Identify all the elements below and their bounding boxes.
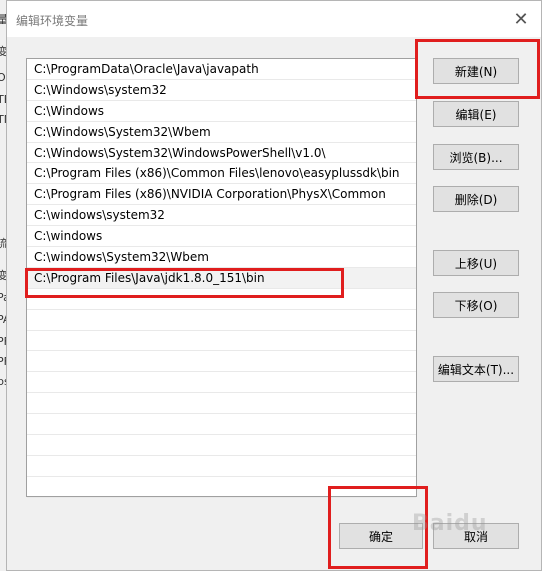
- dialog-title: 编辑环境变量: [16, 14, 89, 28]
- list-item[interactable]: [27, 393, 416, 415]
- list-item[interactable]: [27, 477, 416, 498]
- path-list[interactable]: C:\ProgramData\Oracle\Java\javapath C:\Wi…: [26, 58, 417, 498]
- list-item-selected[interactable]: C:\Program Files\Java\jdk1.8.0_151\bin: [27, 267, 416, 289]
- list-item[interactable]: C:\Program Files (x86)\NVIDIA Corporatio…: [27, 184, 416, 206]
- edit-env-variable-dialog: 编辑环境变量 ✕ C:\ProgramData\Oracle\Java\java…: [6, 0, 542, 571]
- move-down-button[interactable]: 下移(O): [433, 292, 519, 318]
- background-text: O: [0, 71, 6, 84]
- list-item[interactable]: [27, 414, 416, 436]
- list-item[interactable]: [27, 331, 416, 352]
- list-item[interactable]: C:\windows\system32: [27, 205, 416, 227]
- edit-text-button[interactable]: 编辑文本(T)...: [433, 356, 519, 382]
- list-item[interactable]: [27, 289, 416, 310]
- list-item[interactable]: [27, 435, 416, 456]
- list-item[interactable]: C:\Windows\System32\Wbem: [27, 122, 416, 143]
- list-item[interactable]: C:\Windows\System32\WindowsPowerShell\v1…: [27, 143, 416, 164]
- list-item[interactable]: [27, 456, 416, 477]
- list-item[interactable]: C:\Program Files (x86)\Common Files\leno…: [27, 163, 416, 185]
- list-item[interactable]: C:\Windows: [27, 101, 416, 122]
- dialog-client-area: C:\ProgramData\Oracle\Java\javapath C:\Wi…: [7, 37, 541, 570]
- title-bar[interactable]: 编辑环境变量 ✕: [7, 1, 541, 37]
- edit-button[interactable]: 编辑(E): [433, 101, 519, 127]
- list-item[interactable]: C:\windows\System32\Wbem: [27, 247, 416, 268]
- list-item[interactable]: C:\Windows\system32: [27, 80, 416, 101]
- list-item[interactable]: [27, 351, 416, 373]
- close-icon[interactable]: ✕: [509, 8, 533, 32]
- list-item[interactable]: [27, 372, 416, 394]
- list-item[interactable]: C:\ProgramData\Oracle\Java\javapath: [27, 59, 416, 80]
- ok-button[interactable]: 确定: [339, 523, 423, 549]
- list-item[interactable]: C:\windows: [27, 226, 416, 248]
- browse-button[interactable]: 浏览(B)...: [433, 144, 519, 170]
- watermark-text: Baidu: [412, 511, 488, 536]
- move-up-button[interactable]: 上移(U): [433, 250, 519, 276]
- new-button[interactable]: 新建(N): [433, 58, 519, 84]
- list-item[interactable]: [27, 310, 416, 331]
- delete-button[interactable]: 删除(D): [433, 186, 519, 212]
